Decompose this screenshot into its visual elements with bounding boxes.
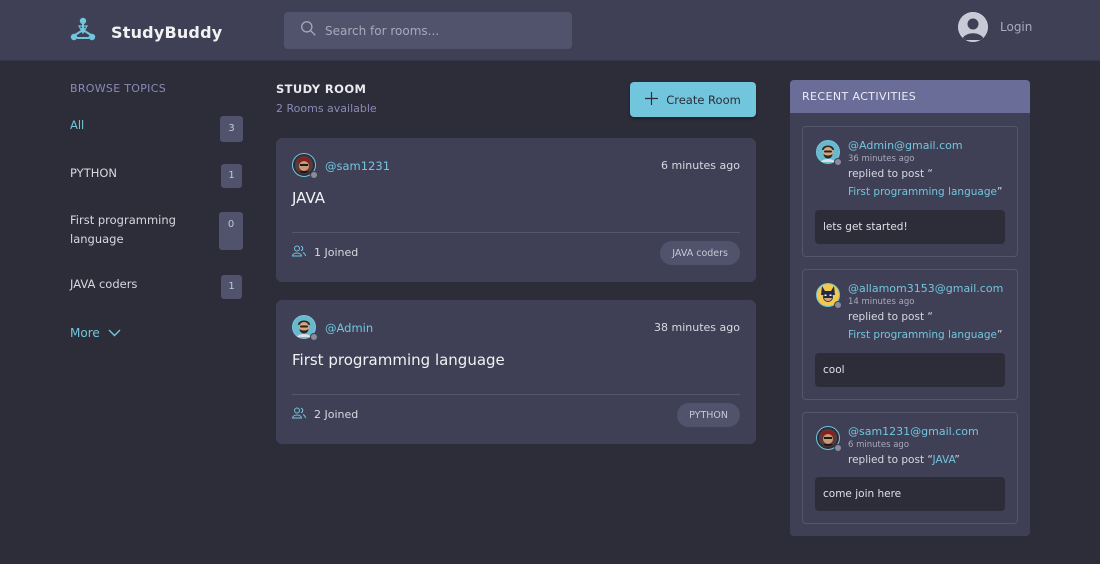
create-room-label: Create Room — [666, 92, 741, 107]
host-username[interactable]: @Admin — [325, 321, 373, 335]
host-avatar[interactable] — [292, 153, 318, 179]
brand-name: StudyBuddy — [111, 22, 223, 42]
room-card[interactable]: @Admin 38 minutes ago First programming … — [276, 300, 756, 444]
topic-label: PYTHON — [70, 166, 118, 180]
quote-end: ” — [996, 329, 1003, 341]
room-time: 6 minutes ago — [661, 159, 740, 172]
activity-time: 36 minutes ago — [848, 154, 915, 164]
plus-icon — [645, 91, 666, 108]
chevron-down-icon — [100, 326, 121, 340]
joined-count: 2 Joined — [314, 408, 359, 421]
more-topics-button[interactable]: More — [70, 326, 121, 340]
topic-count: 1 — [221, 164, 242, 188]
activity-message: lets get started! — [815, 210, 1005, 244]
rooms-count: 2 Rooms available — [276, 102, 377, 115]
room-card[interactable]: @sam1231 6 minutes ago JAVA 1 Joined JAV… — [276, 138, 756, 282]
activity-post-link[interactable]: First programming language — [848, 186, 997, 198]
activity-reply-prefix: replied to post “ — [848, 454, 933, 466]
activity-reply-line: replied to post “JAVA” — [848, 454, 960, 466]
activity-time: 14 minutes ago — [848, 297, 915, 307]
room-topic-tag[interactable]: JAVA coders — [660, 241, 740, 265]
search-icon — [300, 20, 317, 41]
activity-message: cool — [815, 353, 1005, 387]
divider — [292, 394, 740, 395]
activity-card: @allamom3153@gmail.com 14 minutes ago re… — [802, 269, 1018, 400]
topics-title: BROWSE TOPICS — [70, 82, 166, 95]
create-room-button[interactable]: Create Room — [630, 82, 756, 117]
recent-activities: RECENT ACTIVITIES @Admin@gmail.com 36 mi… — [790, 80, 1030, 536]
activity-reply-prefix: replied to post “ — [848, 168, 933, 180]
joined-count: 1 Joined — [314, 246, 359, 259]
topic-count: 0 — [219, 212, 243, 250]
activity-username[interactable]: @Admin@gmail.com — [848, 139, 963, 152]
login-label: Login — [1000, 20, 1033, 34]
quote-end: ” — [954, 454, 960, 466]
browse-topics: BROWSE TOPICS All 3 PYTHON 1 First progr… — [70, 82, 243, 340]
host-username[interactable]: @sam1231 — [325, 159, 390, 173]
room-name[interactable]: JAVA — [292, 189, 325, 207]
search-input[interactable] — [325, 23, 565, 38]
room-joined: 1 Joined — [291, 245, 359, 260]
activity-message: come join here — [815, 477, 1005, 511]
login-link[interactable]: Login — [958, 12, 1032, 42]
topic-count: 1 — [221, 275, 242, 299]
activity-reply-prefix: replied to post “ — [848, 311, 933, 323]
activity-avatar[interactable] — [816, 426, 842, 452]
activity-post-link[interactable]: JAVA — [933, 454, 955, 466]
topic-label: All — [70, 118, 85, 132]
topic-item-python[interactable]: PYTHON 1 — [70, 164, 243, 188]
topic-item-java-coders[interactable]: JAVA coders 1 — [70, 275, 243, 299]
room-topic-tag[interactable]: PYTHON — [677, 403, 740, 427]
activity-avatar[interactable] — [816, 140, 842, 166]
activity-post-link[interactable]: First programming language — [848, 329, 997, 341]
activity-avatar[interactable] — [816, 283, 842, 309]
activities-title: RECENT ACTIVITIES — [790, 80, 1030, 113]
topic-item-all[interactable]: All 3 — [70, 116, 243, 142]
topic-label: JAVA coders — [70, 277, 138, 291]
search-bar[interactable] — [284, 12, 572, 49]
user-avatar-icon — [958, 12, 988, 42]
users-icon — [291, 245, 314, 260]
activity-post-line: First programming language” — [848, 186, 1002, 198]
activity-username[interactable]: @sam1231@gmail.com — [848, 425, 979, 438]
room-time: 38 minutes ago — [654, 321, 740, 334]
logo-icon — [69, 16, 97, 48]
logo[interactable]: StudyBuddy — [69, 16, 222, 48]
room-name[interactable]: First programming language — [292, 351, 505, 369]
topic-count: 3 — [220, 116, 243, 142]
divider — [292, 232, 740, 233]
activity-card: @sam1231@gmail.com 6 minutes ago replied… — [802, 412, 1018, 524]
activity-username[interactable]: @allamom3153@gmail.com — [848, 282, 1003, 295]
activity-card: @Admin@gmail.com 36 minutes ago replied … — [802, 126, 1018, 257]
topic-item-first-programming-language[interactable]: First programming language 0 — [70, 211, 243, 251]
activity-post-line: First programming language” — [848, 329, 1002, 341]
top-nav: StudyBuddy Login — [0, 0, 1100, 61]
host-avatar[interactable] — [292, 315, 318, 341]
activity-time: 6 minutes ago — [848, 440, 910, 450]
more-label: More — [70, 326, 100, 340]
topic-label: First programming language — [70, 213, 176, 246]
users-icon — [291, 407, 314, 422]
quote-end: ” — [996, 186, 1003, 198]
room-joined: 2 Joined — [291, 407, 359, 422]
room-header: STUDY ROOM 2 Rooms available — [276, 82, 377, 115]
page-title: STUDY ROOM — [276, 82, 367, 96]
